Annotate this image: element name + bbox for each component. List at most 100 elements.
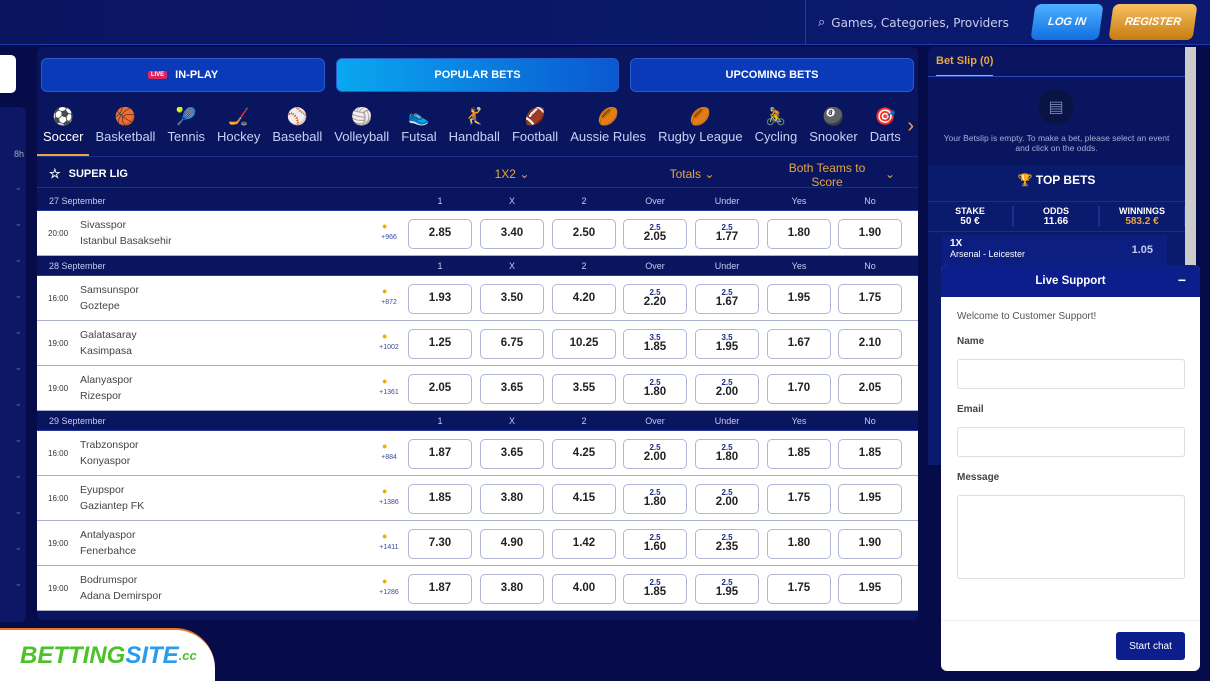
away-team[interactable]: Konyaspor <box>80 455 130 467</box>
sport-tab-soccer[interactable]: ⚽ Soccer <box>37 107 90 156</box>
odd-over-button[interactable]: 2.5 2.20 <box>623 284 687 314</box>
chevron-down-icon[interactable]: ⌄ <box>14 578 22 589</box>
odd-no-button[interactable]: 1.75 <box>838 284 902 314</box>
away-team[interactable]: Rizespor <box>80 390 121 402</box>
more-markets-link[interactable]: +966 <box>375 234 403 241</box>
more-markets-link[interactable]: +1286 <box>375 589 403 596</box>
sport-tab-basketball[interactable]: 🏀 Basketball <box>89 107 161 156</box>
odd-no-button[interactable]: 1.90 <box>838 529 902 559</box>
odd-under-button[interactable]: 2.5 2.00 <box>695 374 759 404</box>
odd-no-button[interactable]: 1.85 <box>838 439 902 469</box>
odd-no-button[interactable]: 1.95 <box>838 484 902 514</box>
chevron-down-icon[interactable]: ⌄ <box>885 167 895 181</box>
market-select-1x2[interactable]: 1X2 ⌄ <box>477 167 547 181</box>
sport-tab-rugby-league[interactable]: 🏉 Rugby League <box>652 107 749 156</box>
odd-no-button[interactable]: 1.90 <box>838 219 902 249</box>
chevron-down-icon[interactable]: ⌄ <box>14 398 22 409</box>
odd-1-button[interactable]: 1.87 <box>408 439 472 469</box>
odd-2-button[interactable]: 4.20 <box>552 284 616 314</box>
chevron-right-icon[interactable]: › <box>907 115 914 138</box>
home-team[interactable]: Trabzonspor <box>80 439 139 451</box>
odd-yes-button[interactable]: 1.80 <box>767 529 831 559</box>
away-team[interactable]: Fenerbahce <box>80 545 136 557</box>
odd-2-button[interactable]: 10.25 <box>552 329 616 359</box>
odd-yes-button[interactable]: 1.85 <box>767 439 831 469</box>
search-box[interactable]: ⌕ Games, Categories, Providers <box>805 0 1020 45</box>
odd-2-button[interactable]: 4.15 <box>552 484 616 514</box>
odd-under-button[interactable]: 2.5 1.80 <box>695 439 759 469</box>
tab-in-play[interactable]: LIVE IN-PLAY <box>41 58 325 92</box>
more-markets-link[interactable]: +872 <box>375 299 403 306</box>
home-team[interactable]: Galatasaray <box>80 329 137 341</box>
odd-x-button[interactable]: 6.75 <box>480 329 544 359</box>
sport-tab-snooker[interactable]: 🎱 Snooker <box>803 107 863 156</box>
odd-under-button[interactable]: 2.5 2.00 <box>695 484 759 514</box>
home-team[interactable]: Eyupspor <box>80 484 124 496</box>
odd-yes-button[interactable]: 1.67 <box>767 329 831 359</box>
odd-yes-button[interactable]: 1.75 <box>767 484 831 514</box>
odd-no-button[interactable]: 2.10 <box>838 329 902 359</box>
odd-under-button[interactable]: 2.5 2.35 <box>695 529 759 559</box>
odd-under-button[interactable]: 2.5 1.67 <box>695 284 759 314</box>
market-select-totals[interactable]: Totals ⌄ <box>657 167 727 181</box>
away-team[interactable]: Gaziantep FK <box>80 500 144 512</box>
register-button[interactable]: REGISTER <box>1108 4 1198 40</box>
away-team[interactable]: Adana Demirspor <box>80 590 162 602</box>
odd-over-button[interactable]: 2.5 1.85 <box>623 574 687 604</box>
odd-2-button[interactable]: 3.55 <box>552 374 616 404</box>
odd-x-button[interactable]: 3.80 <box>480 484 544 514</box>
sport-tab-volleyball[interactable]: 🏐 Volleyball <box>328 107 395 156</box>
odd-under-button[interactable]: 2.5 1.95 <box>695 574 759 604</box>
odd-over-button[interactable]: 2.5 1.80 <box>623 484 687 514</box>
chevron-down-icon[interactable]: ⌄ <box>14 182 22 193</box>
star-icon[interactable]: ☆ <box>49 166 61 182</box>
odd-1-button[interactable]: 7.30 <box>408 529 472 559</box>
odd-over-button[interactable]: 2.5 2.05 <box>623 219 687 249</box>
odd-yes-button[interactable]: 1.75 <box>767 574 831 604</box>
start-chat-button[interactable]: Start chat <box>1116 632 1185 660</box>
sport-tab-hockey[interactable]: 🏒 Hockey <box>211 107 266 156</box>
odd-x-button[interactable]: 3.40 <box>480 219 544 249</box>
more-markets-link[interactable]: +1361 <box>375 389 403 396</box>
odd-1-button[interactable]: 2.85 <box>408 219 472 249</box>
odd-x-button[interactable]: 3.65 <box>480 374 544 404</box>
sport-tab-handball[interactable]: 🤾 Handball <box>443 107 506 156</box>
odd-over-button[interactable]: 2.5 2.00 <box>623 439 687 469</box>
more-markets-link[interactable]: +1386 <box>375 499 403 506</box>
odd-over-button[interactable]: 3.5 1.85 <box>623 329 687 359</box>
sport-tab-tennis[interactable]: 🎾 Tennis <box>161 107 211 156</box>
sport-tab-darts[interactable]: 🎯 Darts <box>864 107 907 156</box>
odd-over-button[interactable]: 2.5 1.60 <box>623 529 687 559</box>
top-bet-item[interactable]: 1X Arsenal - Leicester 1.05 <box>942 235 1167 265</box>
more-markets-link[interactable]: +884 <box>375 454 403 461</box>
chevron-down-icon[interactable]: ⌄ <box>14 362 22 373</box>
odd-yes-button[interactable]: 1.95 <box>767 284 831 314</box>
more-markets-link[interactable]: +1002 <box>375 344 403 351</box>
odd-2-button[interactable]: 1.42 <box>552 529 616 559</box>
odd-2-button[interactable]: 4.25 <box>552 439 616 469</box>
sport-tab-futsal[interactable]: 👟 Futsal <box>395 107 442 156</box>
odd-under-button[interactable]: 3.5 1.95 <box>695 329 759 359</box>
name-field[interactable] <box>957 359 1185 389</box>
chevron-down-icon[interactable]: ⌄ <box>14 254 22 265</box>
chevron-down-icon[interactable]: ⌄ <box>14 326 22 337</box>
odd-1-button[interactable]: 1.93 <box>408 284 472 314</box>
home-team[interactable]: Alanyaspor <box>80 374 133 386</box>
market-select-btts[interactable]: Both Teams to Score <box>782 161 872 189</box>
bet-slip-tab[interactable]: Bet Slip (0) <box>936 55 994 77</box>
home-team[interactable]: Sivasspor <box>80 219 126 231</box>
odd-over-button[interactable]: 2.5 1.80 <box>623 374 687 404</box>
sport-tab-baseball[interactable]: ⚾ Baseball <box>266 107 328 156</box>
odd-1-button[interactable]: 1.87 <box>408 574 472 604</box>
chevron-down-icon[interactable]: ⌄ <box>14 290 22 301</box>
home-team[interactable]: Bodrumspor <box>80 574 137 586</box>
odd-x-button[interactable]: 3.80 <box>480 574 544 604</box>
odd-1-button[interactable]: 1.25 <box>408 329 472 359</box>
chevron-down-icon[interactable]: ⌄ <box>14 506 22 517</box>
minimize-icon[interactable]: − <box>1178 272 1186 288</box>
odd-no-button[interactable]: 1.95 <box>838 574 902 604</box>
chevron-down-icon[interactable]: ⌄ <box>14 218 22 229</box>
odd-x-button[interactable]: 4.90 <box>480 529 544 559</box>
more-markets-link[interactable]: +1411 <box>375 544 403 551</box>
chevron-down-icon[interactable]: ⌄ <box>14 470 22 481</box>
